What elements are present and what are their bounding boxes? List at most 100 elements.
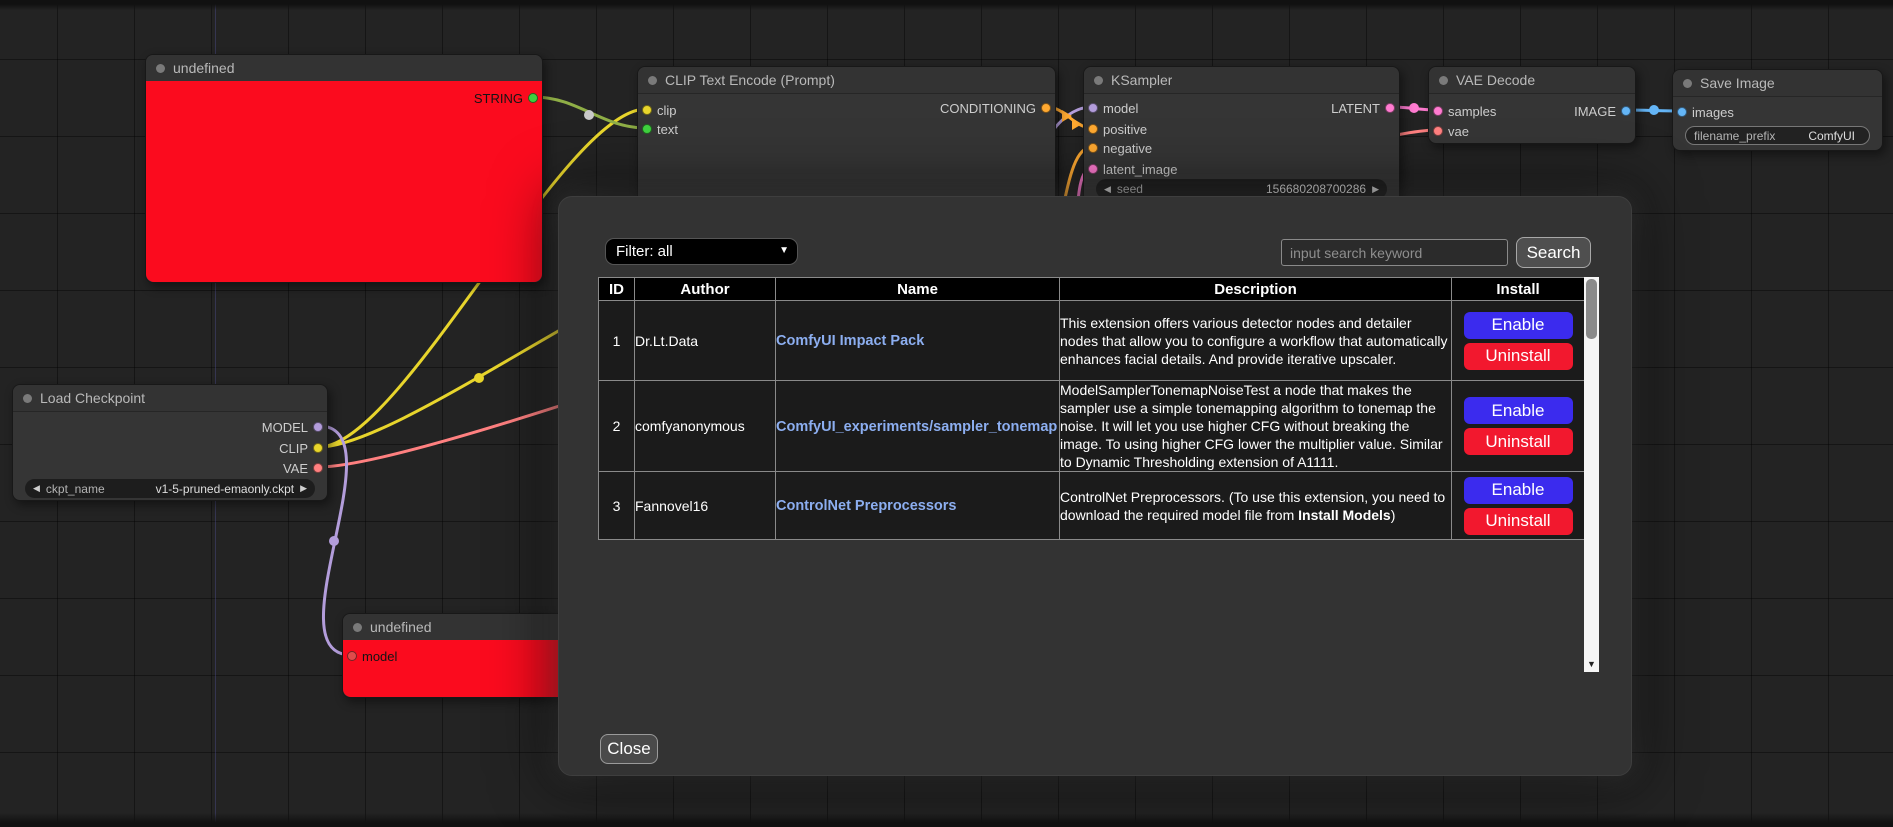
collapse-dot[interactable] — [648, 76, 657, 85]
cell-name: ControlNet Preprocessors — [776, 472, 1060, 540]
collapse-dot[interactable] — [1439, 76, 1448, 85]
collapse-dot[interactable] — [353, 623, 362, 632]
node-header[interactable]: Save Image — [1673, 70, 1882, 97]
node-header[interactable]: Load Checkpoint — [13, 385, 327, 412]
slot-label: IMAGE — [1574, 104, 1616, 119]
latent-image-input-dot[interactable] — [1088, 164, 1098, 174]
node-clip-text-encode[interactable]: CLIP Text Encode (Prompt) clip text COND… — [637, 66, 1056, 206]
input-slot-latent-image[interactable]: latent_image — [1084, 160, 1177, 178]
node-title: undefined — [173, 60, 235, 76]
search-button[interactable]: Search — [1516, 237, 1591, 268]
slot-label: positive — [1103, 122, 1147, 137]
cell-install: Enable Uninstall — [1452, 381, 1585, 472]
images-input-dot[interactable] — [1677, 107, 1687, 117]
node-save-image[interactable]: Save Image images filename_prefix ComfyU… — [1672, 69, 1883, 151]
vae-output-dot[interactable] — [313, 463, 323, 473]
input-slot-positive[interactable]: positive — [1084, 120, 1147, 138]
input-slot-model[interactable]: model — [343, 647, 397, 665]
latent-output-dot[interactable] — [1385, 103, 1395, 113]
scrollbar-thumb[interactable] — [1586, 279, 1597, 339]
clip-input-dot[interactable] — [642, 105, 652, 115]
collapse-dot[interactable] — [1094, 76, 1103, 85]
prev-arrow-icon[interactable]: ◀ — [33, 483, 40, 494]
extension-link[interactable]: ComfyUI Impact Pack — [776, 333, 924, 349]
output-slot-clip[interactable]: CLIP — [279, 439, 327, 457]
ckpt-name-widget[interactable]: ◀ ckpt_name v1-5-pruned-emaonly.ckpt ▶ — [25, 479, 315, 498]
next-arrow-icon[interactable]: ▶ — [300, 483, 307, 494]
node-body-error — [146, 81, 542, 282]
uninstall-button[interactable]: Uninstall — [1464, 428, 1573, 455]
extension-table-wrap: ID Author Name Description Install 1 Dr.… — [598, 277, 1599, 672]
input-slot-vae[interactable]: vae — [1429, 122, 1469, 140]
input-slot-images[interactable]: images — [1673, 103, 1734, 121]
slot-label: text — [657, 122, 678, 137]
extension-link[interactable]: ControlNet Preprocessors — [776, 498, 957, 514]
collapse-dot[interactable] — [156, 64, 165, 73]
collapse-dot[interactable] — [1683, 79, 1692, 88]
model-input-dot[interactable] — [347, 651, 357, 661]
table-row: 1 Dr.Lt.Data ComfyUI Impact Pack This ex… — [599, 301, 1585, 381]
enable-button[interactable]: Enable — [1464, 477, 1573, 504]
uninstall-button[interactable]: Uninstall — [1464, 508, 1573, 535]
cell-name: ComfyUI_experiments/sampler_tonemap — [776, 381, 1060, 472]
model-input-dot[interactable] — [1088, 103, 1098, 113]
cell-description: ModelSamplerTonemapNoiseTest a node that… — [1060, 381, 1452, 472]
uninstall-button[interactable]: Uninstall — [1464, 343, 1573, 370]
clip-output-dot[interactable] — [313, 443, 323, 453]
filter-select-wrap: Filter: all ▼ — [605, 238, 798, 265]
node-header[interactable]: KSampler — [1084, 67, 1399, 94]
slot-label: model — [362, 649, 397, 664]
cell-install: Enable Uninstall — [1452, 301, 1585, 381]
negative-input-dot[interactable] — [1088, 143, 1098, 153]
input-slot-clip[interactable]: clip — [638, 101, 677, 119]
positive-input-dot[interactable] — [1088, 124, 1098, 134]
table-scrollbar[interactable]: ▼ — [1584, 277, 1599, 672]
output-slot-image[interactable]: IMAGE — [1574, 102, 1635, 120]
node-header[interactable]: VAE Decode — [1429, 67, 1635, 94]
enable-button[interactable]: Enable — [1464, 397, 1573, 424]
image-output-dot[interactable] — [1621, 106, 1631, 116]
output-slot-string[interactable]: STRING — [474, 89, 542, 107]
conditioning-output-dot[interactable] — [1041, 103, 1051, 113]
cell-id: 2 — [599, 381, 635, 472]
node-undefined-string[interactable]: undefined STRING — [145, 54, 543, 283]
link-dot-model — [329, 536, 339, 546]
input-slot-model[interactable]: model — [1084, 99, 1138, 117]
graph-canvas[interactable]: undefined STRING CLIP Text Encode (Promp… — [0, 0, 1893, 827]
search-input[interactable] — [1281, 239, 1508, 266]
output-slot-vae[interactable]: VAE — [283, 459, 327, 477]
output-slot-model[interactable]: MODEL — [262, 418, 327, 436]
input-slot-text[interactable]: text — [638, 120, 678, 138]
model-output-dot[interactable] — [313, 422, 323, 432]
string-output-dot[interactable] — [528, 93, 538, 103]
node-load-checkpoint[interactable]: Load Checkpoint MODEL CLIP VAE ◀ ckpt_na… — [12, 384, 328, 501]
node-ksampler[interactable]: KSampler model positive negative latent_… — [1083, 66, 1400, 206]
decrement-arrow-icon[interactable]: ◀ — [1104, 184, 1111, 195]
filter-select[interactable]: Filter: all — [605, 238, 798, 265]
cell-name: ComfyUI Impact Pack — [776, 301, 1060, 381]
node-header[interactable]: CLIP Text Encode (Prompt) — [638, 67, 1055, 94]
text-input-dot[interactable] — [642, 124, 652, 134]
col-header-description: Description — [1060, 278, 1452, 301]
output-slot-latent[interactable]: LATENT — [1331, 99, 1399, 117]
input-slot-samples[interactable]: samples — [1429, 102, 1496, 120]
samples-input-dot[interactable] — [1433, 106, 1443, 116]
node-title: Save Image — [1700, 75, 1775, 91]
node-header[interactable]: undefined — [146, 55, 542, 82]
collapse-dot[interactable] — [23, 394, 32, 403]
link-dot-latent — [1409, 103, 1419, 113]
node-vae-decode[interactable]: VAE Decode samples vae IMAGE — [1428, 66, 1636, 144]
filename-prefix-widget[interactable]: filename_prefix ComfyUI — [1685, 126, 1870, 145]
node-title: KSampler — [1111, 72, 1172, 88]
vae-input-dot[interactable] — [1433, 126, 1443, 136]
input-slot-negative[interactable]: negative — [1084, 139, 1152, 157]
output-slot-conditioning[interactable]: CONDITIONING — [940, 99, 1055, 117]
close-button[interactable]: Close — [600, 734, 658, 764]
scrollbar-down-arrow-icon[interactable]: ▼ — [1587, 659, 1596, 669]
enable-button[interactable]: Enable — [1464, 312, 1573, 339]
increment-arrow-icon[interactable]: ▶ — [1372, 184, 1379, 195]
slot-label: LATENT — [1331, 101, 1380, 116]
extension-link[interactable]: ComfyUI_experiments/sampler_tonemap — [776, 419, 1057, 435]
widget-name: filename_prefix — [1694, 129, 1775, 143]
link-arrow-conditioning-1 — [1062, 110, 1072, 122]
